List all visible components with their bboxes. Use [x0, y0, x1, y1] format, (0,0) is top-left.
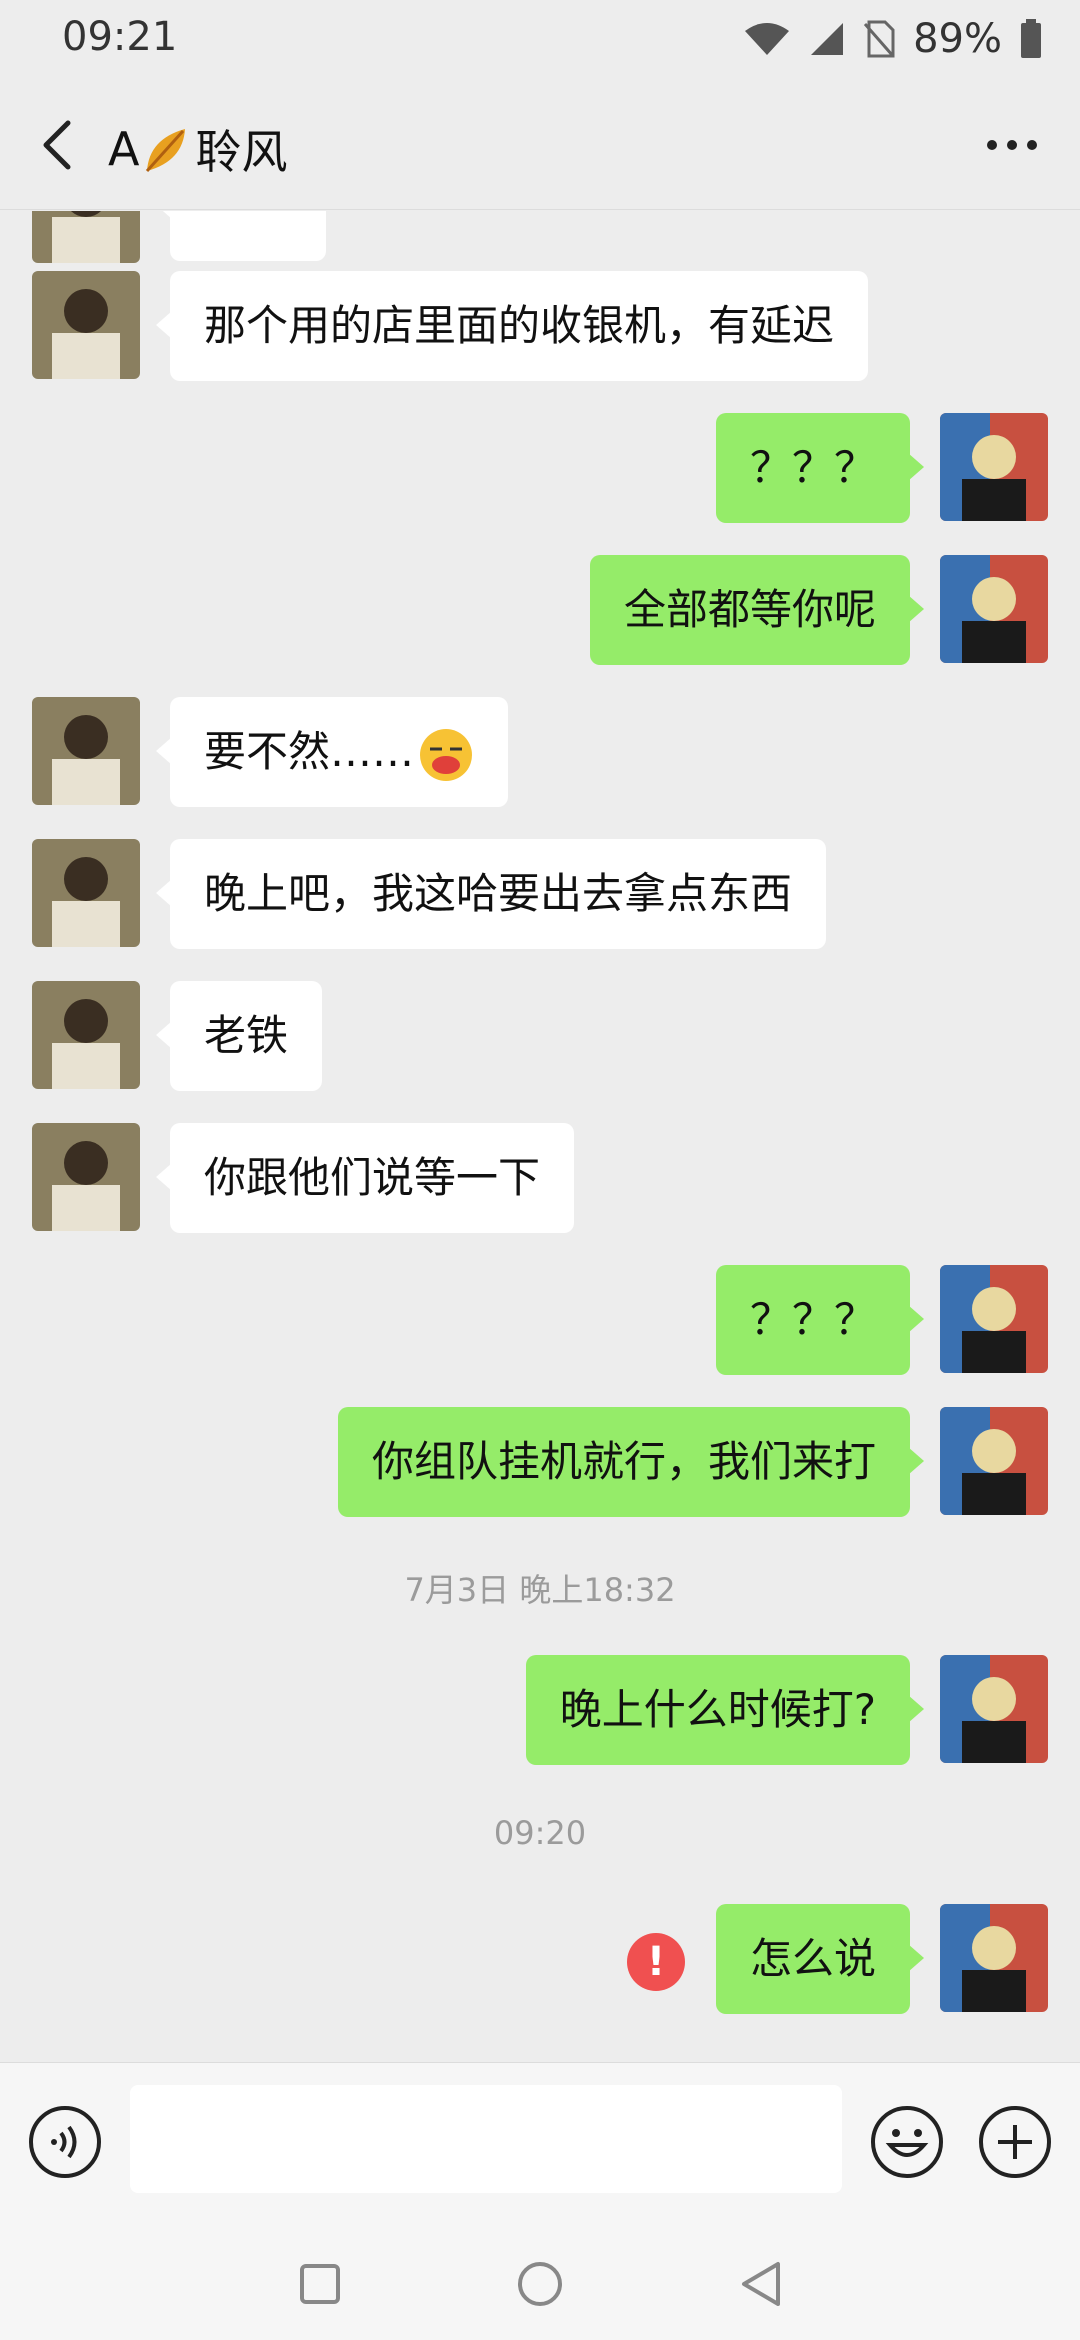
message-bubble-incoming[interactable]: 你跟他们说等一下 — [155, 1123, 575, 1233]
message-list[interactable]: 那个用的店里面的收银机，有延迟 ？？？ 全部都等你呢 要不然…… 晚上吧，我这哈… — [0, 211, 1080, 2061]
my-avatar[interactable] — [940, 1265, 1048, 1373]
chat-title-prefix: A — [108, 122, 140, 176]
chat-title: A 聆风 — [108, 116, 287, 182]
chevron-left-icon[interactable] — [30, 115, 90, 175]
emoji-icon[interactable] — [870, 2105, 944, 2179]
contact-avatar[interactable] — [32, 839, 140, 947]
no-sim-icon — [863, 20, 895, 58]
voice-icon[interactable] — [28, 2105, 102, 2179]
my-avatar[interactable] — [940, 555, 1048, 663]
contact-avatar[interactable] — [32, 271, 140, 379]
battery-icon — [1021, 19, 1041, 58]
input-bar — [0, 2062, 1080, 2222]
chat-header: A 聆风 — [0, 80, 1080, 210]
home-icon[interactable] — [510, 2254, 570, 2314]
status-bar: 09:21 89% — [0, 0, 1080, 80]
leaf-icon — [146, 129, 186, 173]
message-bubble-outgoing[interactable]: 全部都等你呢 — [589, 555, 925, 665]
contact-avatar[interactable] — [32, 697, 140, 805]
chat-title-name: 聆风 — [195, 125, 288, 179]
status-icons: 89% — [743, 14, 1042, 64]
contact-avatar[interactable] — [32, 1123, 140, 1231]
message-text: 要不然…… — [204, 727, 415, 776]
system-nav-bar — [0, 2222, 1080, 2340]
signal-icon — [811, 23, 844, 55]
plus-icon[interactable] — [978, 2105, 1052, 2179]
my-avatar[interactable] — [940, 413, 1048, 521]
message-bubble-incoming[interactable]: 那个用的店里面的收银机，有延迟 — [155, 271, 869, 381]
battery-percent: 89% — [913, 16, 1002, 62]
message-timestamp: 09:20 — [493, 1814, 587, 1852]
message-bubble-outgoing[interactable]: ？？？ — [715, 1265, 925, 1375]
contact-avatar[interactable] — [32, 981, 140, 1089]
more-dots-icon[interactable] — [982, 125, 1042, 165]
contact-avatar[interactable] — [32, 211, 140, 263]
my-avatar[interactable] — [940, 1655, 1048, 1763]
message-bubble-outgoing[interactable]: 怎么说 — [715, 1904, 925, 2014]
message-bubble-incoming[interactable] — [156, 211, 326, 261]
message-bubble-outgoing[interactable]: 晚上什么时候打? — [525, 1655, 925, 1765]
recents-icon[interactable] — [290, 2254, 350, 2314]
message-bubble-incoming[interactable]: 要不然…… — [155, 697, 509, 807]
back-nav-icon[interactable] — [732, 2254, 792, 2314]
emoji-face-icon — [420, 728, 473, 781]
message-timestamp: 7月3日 晚上18:32 — [404, 1571, 676, 1609]
message-bubble-incoming[interactable]: 老铁 — [155, 981, 323, 1091]
message-bubble-outgoing[interactable]: 你组队挂机就行，我们来打 — [337, 1407, 925, 1517]
my-avatar[interactable] — [940, 1904, 1048, 2012]
wifi-icon — [745, 23, 790, 55]
message-input[interactable] — [130, 2085, 842, 2193]
send-failed-icon[interactable]: ! — [627, 1933, 685, 1991]
message-bubble-outgoing[interactable]: ？？？ — [715, 413, 925, 523]
status-time: 09:21 — [62, 14, 178, 60]
my-avatar[interactable] — [940, 1407, 1048, 1515]
message-bubble-incoming[interactable]: 晚上吧，我这哈要出去拿点东西 — [155, 839, 827, 949]
